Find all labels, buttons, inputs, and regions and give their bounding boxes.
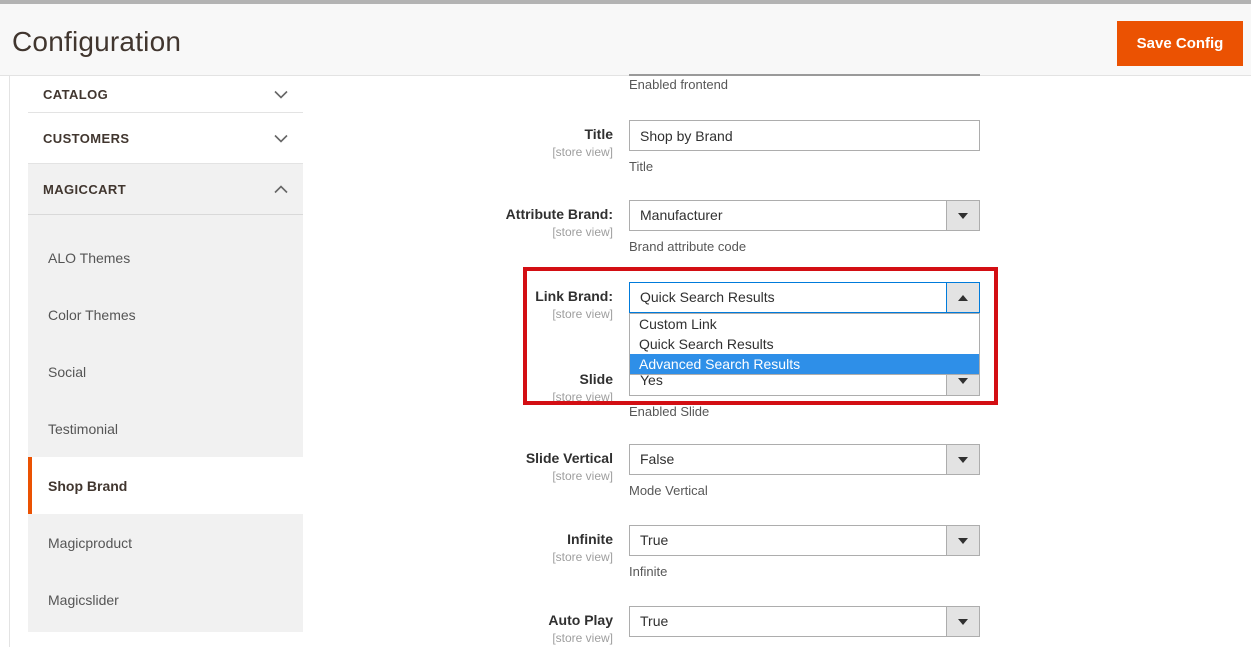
field-label-block: Link Brand: [store view] xyxy=(0,282,613,321)
field-label-block: Slide Vertical [store view] xyxy=(0,444,613,483)
field-label-block: Slide [store view] xyxy=(0,365,613,404)
field-scope: [store view] xyxy=(0,145,613,159)
field-label: Link Brand: xyxy=(0,288,613,304)
field-label: Slide Vertical xyxy=(0,450,613,466)
field-row-auto-play: Auto Play [store view] True xyxy=(0,606,1000,647)
caret-down-icon xyxy=(958,538,968,544)
caret-down-icon xyxy=(958,619,968,625)
caret-down-icon xyxy=(958,213,968,219)
caret-down-icon xyxy=(958,457,968,463)
link-brand-select[interactable]: Quick Search Results xyxy=(629,282,980,313)
field-row-slide-vertical: Slide Vertical [store view] False Mode V… xyxy=(0,444,1000,504)
select-value: True xyxy=(630,526,946,555)
field-row-title: Title [store view] Title xyxy=(0,120,1000,180)
enabled-frontend-comment: Enabled frontend xyxy=(629,77,728,92)
title-input[interactable] xyxy=(629,120,980,151)
select-arrow-button[interactable] xyxy=(946,526,979,555)
select-value: Quick Search Results xyxy=(630,283,946,312)
caret-up-icon xyxy=(958,295,968,301)
auto-play-select[interactable]: True xyxy=(629,606,980,637)
field-label: Infinite xyxy=(0,531,613,547)
link-brand-dropdown-list: Custom Link Quick Search Results Advance… xyxy=(629,313,980,375)
field-scope: [store view] xyxy=(0,390,613,404)
field-label: Attribute Brand: xyxy=(0,206,613,222)
select-arrow-button[interactable] xyxy=(946,607,979,636)
field-row-infinite: Infinite [store view] True Infinite xyxy=(0,525,1000,585)
select-value: Manufacturer xyxy=(630,201,946,230)
field-label: Auto Play xyxy=(0,612,613,628)
field-label-block: Title [store view] xyxy=(0,120,613,159)
field-row-attribute-brand: Attribute Brand: [store view] Manufactur… xyxy=(0,200,1000,260)
field-comment: Mode Vertical xyxy=(629,483,708,498)
attribute-brand-select[interactable]: Manufacturer xyxy=(629,200,980,231)
slide-vertical-select[interactable]: False xyxy=(629,444,980,475)
dropdown-option-custom-link[interactable]: Custom Link xyxy=(630,314,979,334)
field-label: Title xyxy=(0,126,613,142)
field-label: Slide xyxy=(0,371,613,387)
field-scope: [store view] xyxy=(0,631,613,645)
field-label-block: Infinite [store view] xyxy=(0,525,613,564)
infinite-select[interactable]: True xyxy=(629,525,980,556)
dropdown-option-quick-search-results[interactable]: Quick Search Results xyxy=(630,334,979,354)
select-arrow-button[interactable] xyxy=(946,201,979,230)
select-value: True xyxy=(630,607,946,636)
select-value: False xyxy=(630,445,946,474)
field-comment: Brand attribute code xyxy=(629,239,746,254)
field-scope: [store view] xyxy=(0,307,613,321)
field-scope: [store view] xyxy=(0,225,613,239)
field-label-block: Auto Play [store view] xyxy=(0,606,613,645)
select-arrow-button[interactable] xyxy=(946,283,979,312)
clipped-field-edge xyxy=(629,74,980,76)
select-arrow-button[interactable] xyxy=(946,445,979,474)
configuration-page: Configuration Save Config CATALOG CUSTOM… xyxy=(0,0,1251,647)
field-comment: Enabled Slide xyxy=(629,404,709,419)
dropdown-option-advanced-search-results[interactable]: Advanced Search Results xyxy=(630,354,979,374)
field-comment: Infinite xyxy=(629,564,667,579)
field-scope: [store view] xyxy=(0,469,613,483)
shop-brand-settings-form: Enabled frontend Title [store view] Titl… xyxy=(0,0,1251,647)
field-label-block: Attribute Brand: [store view] xyxy=(0,200,613,239)
field-scope: [store view] xyxy=(0,550,613,564)
caret-down-icon xyxy=(958,378,968,384)
field-comment: Title xyxy=(629,159,653,174)
